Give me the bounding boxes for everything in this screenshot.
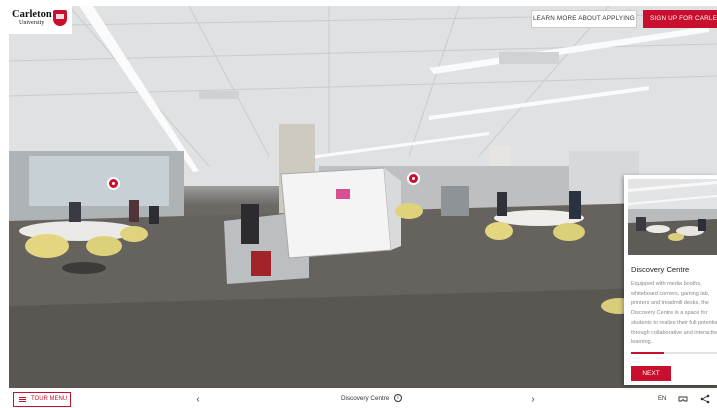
hotspot-left[interactable] xyxy=(107,177,120,190)
info-icon[interactable]: i xyxy=(394,394,403,403)
tour-progress-fill xyxy=(631,352,664,354)
next-button[interactable]: NEXT xyxy=(631,366,671,381)
tour-menu-label: TOUR MENU xyxy=(31,396,68,402)
current-location-label: Discovery Centre xyxy=(341,395,390,402)
panorama-image xyxy=(9,6,717,388)
description-line: whiteboard corners, gaming lab, xyxy=(631,290,710,297)
hotspot-center[interactable] xyxy=(407,172,420,185)
location-info-card: Discovery Centre Equipped with media boo… xyxy=(624,175,717,385)
carleton-logo[interactable]: Carleton University xyxy=(9,6,72,34)
tour-menu-button[interactable]: TOUR MENU xyxy=(13,392,71,407)
chevron-right-icon[interactable]: › xyxy=(526,393,540,407)
description-line: printers and treadmill desks, the xyxy=(631,300,709,307)
description-line: students to realize their full potential xyxy=(631,319,717,326)
hamburger-menu-icon xyxy=(19,397,26,402)
signup-button[interactable]: SIGN UP FOR CARLETON xyxy=(643,10,717,28)
description-line: Equipped with media booths, xyxy=(631,281,702,287)
learn-more-button[interactable]: LEARN MORE ABOUT APPLYING xyxy=(531,10,637,28)
description-line: learning. xyxy=(631,339,653,346)
location-description: Equipped with media booths, whiteboard c… xyxy=(631,280,717,348)
chevron-left-icon[interactable]: ‹ xyxy=(191,393,205,407)
location-thumbnail xyxy=(628,179,717,255)
shield-icon xyxy=(53,10,67,26)
current-location: Discovery Centre i xyxy=(341,394,403,404)
panorama-view[interactable] xyxy=(9,6,717,388)
language-selector[interactable]: EN xyxy=(658,394,666,404)
location-title: Discovery Centre xyxy=(631,265,690,274)
description-line: through collaborative and interactive xyxy=(631,329,717,336)
bottom-toolbar: TOUR MENU ‹ Discovery Centre i › EN xyxy=(0,390,717,408)
description-line: Discovery Centre is a space for xyxy=(631,310,708,317)
share-icon[interactable] xyxy=(700,394,710,404)
tour-progress-bar xyxy=(631,352,717,354)
vr-headset-icon[interactable] xyxy=(678,394,688,404)
